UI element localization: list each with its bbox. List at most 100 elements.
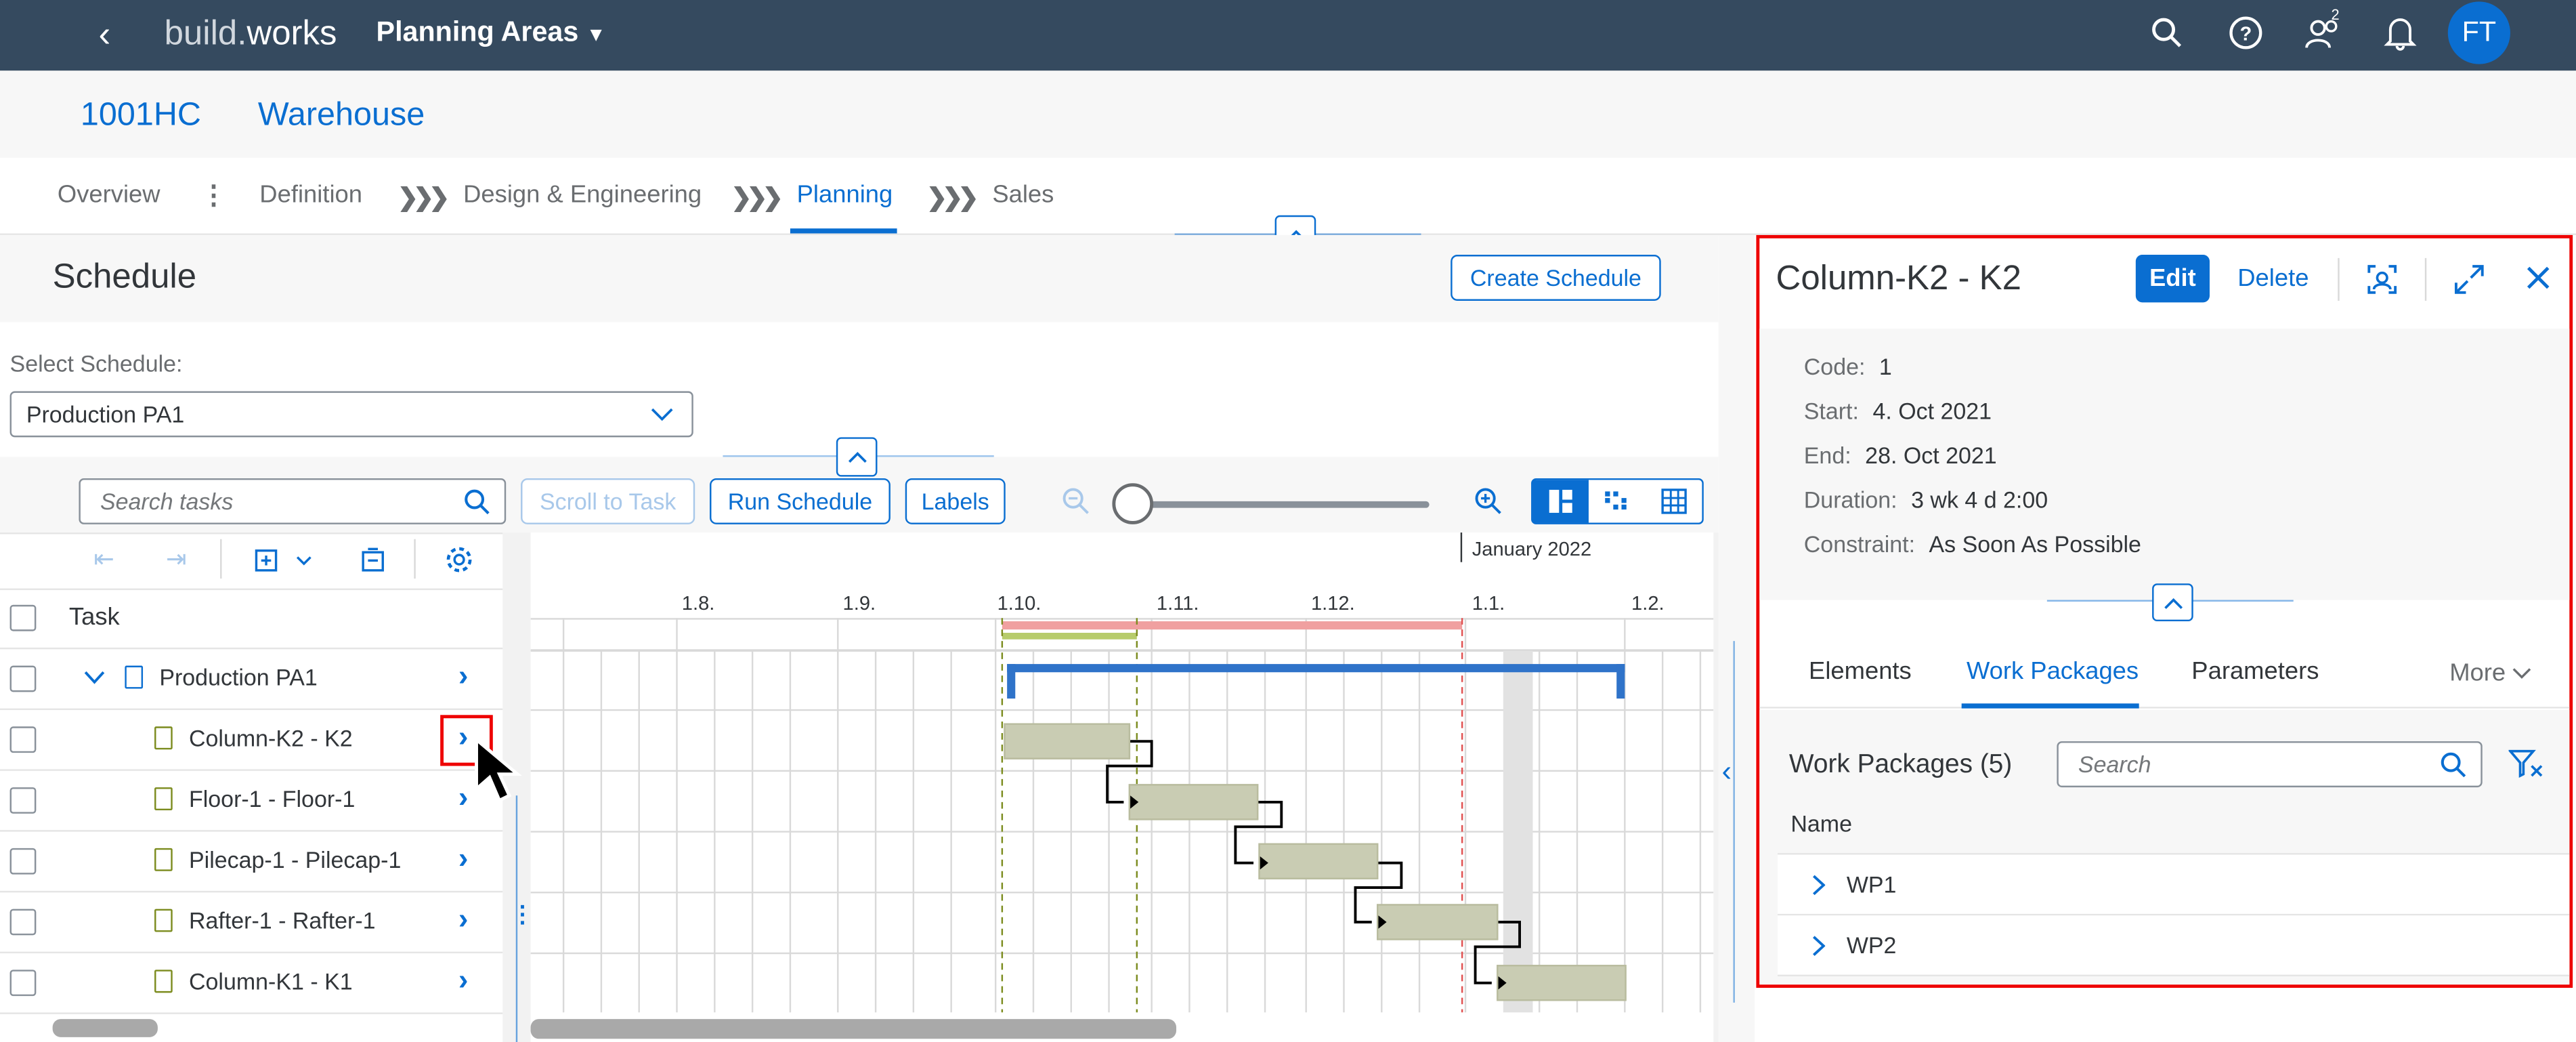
zoom-slider-handle[interactable] (1112, 483, 1154, 524)
row-checkbox[interactable] (9, 970, 37, 997)
navigation-arrow-icon[interactable]: › (458, 841, 469, 876)
divider (414, 539, 416, 579)
select-collapse-button[interactable] (836, 437, 878, 477)
table-row[interactable]: Column-K1 - K1 › (0, 953, 502, 1012)
wp-name: WP2 (1846, 932, 1897, 959)
table-view-button[interactable] (1646, 480, 1702, 522)
collapse-side-panel-icon[interactable]: ‹ (1721, 755, 1732, 789)
field-label: Code: (1803, 353, 1866, 380)
tab-planning[interactable]: Planning (797, 181, 893, 209)
search-icon[interactable] (2440, 751, 2468, 779)
run-schedule-button[interactable]: Run Schedule (710, 478, 890, 524)
row-checkbox[interactable] (9, 848, 37, 875)
field-row: Code: 1 (1804, 354, 1892, 383)
table-row[interactable]: Pilecap-1 - Pilecap-1 › (0, 832, 502, 891)
table-row[interactable]: Floor-1 - Floor-1 › (0, 771, 502, 830)
tab-work-packages[interactable]: Work Packages (1967, 657, 2139, 685)
settings-icon[interactable] (444, 544, 475, 575)
chevron-right-icon[interactable] (1812, 935, 1826, 957)
gantt-horizontal-scrollbar[interactable] (530, 1019, 1177, 1039)
details-panel: Column-K2 - K2 Edit Delete Code: 1 Start… (1756, 234, 2573, 988)
object-id: 1001HC (80, 97, 201, 133)
clear-filter-icon[interactable] (2508, 748, 2545, 781)
full-screen-icon[interactable] (2453, 263, 2486, 296)
chevron-separator-icon: ❯❯❯ (731, 184, 783, 212)
row-checkbox[interactable] (9, 909, 37, 936)
close-icon[interactable] (2525, 265, 2552, 291)
bell-icon[interactable] (2384, 15, 2417, 51)
tab-overview[interactable]: Overview (58, 181, 160, 209)
tab-more[interactable]: More (2449, 659, 2532, 687)
tab-parameters[interactable]: Parameters (2191, 657, 2319, 685)
navigation-arrow-icon[interactable]: › (458, 720, 469, 755)
work-packages-search-input[interactable]: Search (2057, 741, 2483, 788)
month-tick-label: 1.8. (681, 591, 715, 615)
timeline-year-divider (1460, 533, 1463, 562)
edit-button[interactable]: Edit (2135, 255, 2210, 303)
chevron-up-icon (847, 452, 866, 463)
task-name: Floor-1 - Floor-1 (188, 785, 356, 812)
collapse-all-icon[interactable]: ⇤ (93, 544, 114, 573)
table-row[interactable]: Production PA1 › (0, 649, 502, 708)
table-row[interactable]: WP2 (1777, 915, 2570, 977)
row-checkbox[interactable] (9, 726, 37, 753)
task-icon (154, 848, 173, 871)
task-name: Column-K2 - K2 (188, 724, 353, 751)
planning-areas-menu[interactable]: Planning Areas ▼ (377, 16, 606, 49)
search-icon[interactable] (2151, 16, 2184, 49)
navigation-arrow-icon[interactable]: › (458, 902, 469, 937)
zoom-in-icon[interactable] (1474, 486, 1503, 516)
table-row[interactable]: Column-K2 - K2 › (0, 710, 502, 769)
month-tick-label: 1.2. (1631, 591, 1665, 615)
tab-work-packages-underline (1961, 703, 2139, 709)
help-icon[interactable]: ? (2228, 15, 2264, 51)
split-layout-icon (1549, 489, 1573, 513)
row-checkbox[interactable] (9, 787, 37, 814)
tab-elements[interactable]: Elements (1809, 657, 1912, 685)
gantt-view-button[interactable] (1589, 480, 1646, 522)
field-row: End: 28. Oct 2021 (1804, 442, 1997, 472)
focus-view-icon[interactable] (2365, 263, 2399, 296)
month-tick-label: 1.1. (1472, 591, 1505, 615)
mouse-cursor-icon (475, 736, 522, 803)
app-logo[interactable]: build.works (165, 15, 337, 54)
table-horizontal-scrollbar[interactable] (52, 1019, 158, 1037)
navigation-arrow-icon[interactable]: › (458, 780, 469, 815)
zoom-out-icon[interactable] (1061, 486, 1091, 516)
search-icon[interactable] (463, 488, 491, 516)
gantt-icon (1606, 491, 1627, 510)
zoom-slider[interactable] (1113, 501, 1430, 508)
field-value: As Soon As Possible (1929, 530, 2141, 558)
panel-collapse-button[interactable] (2152, 583, 2193, 622)
chevron-down-icon[interactable] (296, 556, 312, 567)
tab-sales[interactable]: Sales (992, 181, 1054, 209)
divider (220, 539, 222, 579)
table-row[interactable]: Rafter-1 - Rafter-1 › (0, 892, 502, 951)
add-task-icon[interactable] (251, 545, 281, 575)
tab-design-engineering[interactable]: Design & Engineering (463, 181, 702, 209)
field-value: 3 wk 4 d 2:00 (1911, 486, 2048, 513)
layout-split-view-button[interactable] (1532, 480, 1589, 523)
chevron-separator-icon: ❯❯❯ (398, 184, 450, 212)
chevron-down-icon[interactable] (84, 671, 106, 686)
navigation-arrow-icon[interactable]: › (458, 963, 469, 998)
create-schedule-button[interactable]: Create Schedule (1451, 255, 1661, 301)
divider (2338, 257, 2340, 301)
scroll-to-task-button[interactable]: Scroll to Task (521, 478, 695, 524)
table-row[interactable]: WP1 (1777, 854, 2570, 916)
chevron-right-icon[interactable] (1812, 875, 1826, 896)
row-checkbox[interactable] (9, 665, 37, 692)
wp-name-column-header: Name (1790, 810, 1852, 837)
select-all-checkbox[interactable] (9, 604, 37, 631)
schedule-select[interactable]: Production PA1 (9, 391, 693, 438)
more-vertical-icon[interactable]: ⋮ (200, 179, 227, 212)
delete-button[interactable]: Delete (2237, 265, 2309, 293)
avatar[interactable]: FT (2447, 1, 2510, 64)
expand-all-icon[interactable]: ⇥ (166, 544, 187, 573)
labels-button[interactable]: Labels (905, 478, 1006, 524)
task-search-input[interactable]: Search tasks (79, 478, 507, 524)
tab-definition[interactable]: Definition (259, 181, 362, 209)
delete-task-icon[interactable] (358, 545, 388, 575)
back-icon[interactable]: ‹ (99, 13, 111, 56)
navigation-arrow-icon[interactable]: › (458, 659, 469, 694)
